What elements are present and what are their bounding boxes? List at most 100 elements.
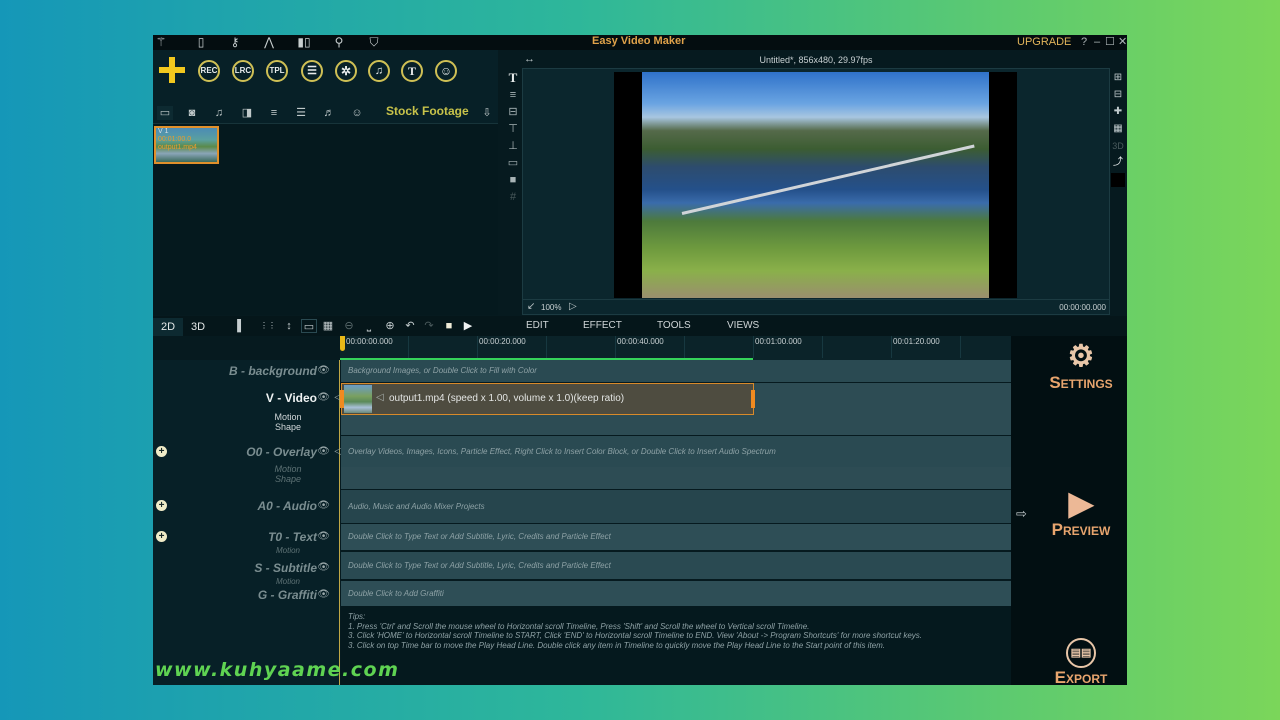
shirt-icon[interactable]: ⛉ bbox=[366, 35, 382, 50]
help-button[interactable]: ? bbox=[1081, 35, 1087, 49]
align-left-icon[interactable]: ≡ bbox=[506, 88, 520, 102]
record-button[interactable]: REC bbox=[198, 60, 220, 82]
user-button[interactable]: ☺ bbox=[435, 60, 457, 82]
fill-icon[interactable]: ■ bbox=[506, 173, 520, 187]
columns-icon[interactable]: ▮▯ bbox=[296, 35, 312, 50]
tab-3d[interactable]: 3D bbox=[191, 318, 205, 336]
tab-photo[interactable]: ◙ bbox=[184, 106, 200, 120]
arrow-right-icon[interactable]: ⇨ bbox=[1016, 506, 1027, 522]
motion-label[interactable]: Motion bbox=[268, 546, 308, 555]
shape-label[interactable]: Shape bbox=[268, 422, 308, 432]
track-label-background[interactable]: B - background bbox=[229, 364, 317, 378]
minimize-button[interactable]: – bbox=[1094, 35, 1100, 49]
search-icon[interactable]: ⚲ bbox=[331, 35, 347, 50]
stop-icon[interactable]: ■ bbox=[441, 319, 457, 333]
add-audio-track-button[interactable]: + bbox=[156, 500, 167, 511]
download-icon[interactable]: ⇩ bbox=[479, 106, 495, 120]
rotate-icon[interactable]: ⤴ bbox=[1111, 156, 1125, 170]
time-ruler[interactable]: 00:00:00.000 00:00:20.000 00:00:40.000 0… bbox=[340, 336, 1011, 360]
layout-icon[interactable]: ⊞ bbox=[1111, 71, 1125, 85]
track-label-subtitle[interactable]: S - Subtitle bbox=[254, 561, 317, 575]
lyric-button[interactable]: LRC bbox=[232, 60, 254, 82]
playhead[interactable] bbox=[340, 336, 345, 351]
tab-emoji[interactable]: ☺ bbox=[349, 106, 365, 120]
tab-music[interactable]: ♫ bbox=[211, 106, 227, 120]
mosaic-icon[interactable]: ▦ bbox=[1111, 122, 1125, 136]
settings-button[interactable]: ⚙ SETTINGS bbox=[1041, 341, 1121, 393]
add-overlay-track-button[interactable]: + bbox=[156, 446, 167, 457]
eye-icon[interactable]: 👁 bbox=[317, 446, 330, 457]
track-text[interactable]: Double Click to Type Text or Add Subtitl… bbox=[341, 524, 1011, 550]
zoom-out-icon[interactable]: ⊖ bbox=[341, 319, 357, 333]
split-icon[interactable]: ⊟ bbox=[1111, 88, 1125, 102]
text-button[interactable]: T bbox=[401, 60, 423, 82]
media-item[interactable]: V 1 00:01:00.0 output1.mp4 bbox=[154, 126, 219, 164]
book-icon[interactable]: ▯ bbox=[193, 35, 209, 50]
preview-button[interactable]: ▶ PREVIEW bbox=[1041, 486, 1121, 540]
track-label-graffiti[interactable]: G - Graffiti bbox=[258, 588, 317, 602]
menu-edit[interactable]: EDIT bbox=[526, 320, 549, 331]
maximize-button[interactable]: ☐ bbox=[1105, 35, 1115, 49]
motion-label[interactable]: Motion bbox=[268, 464, 308, 474]
magic-wand-icon[interactable]: ⚚ bbox=[153, 35, 169, 50]
eye-icon[interactable]: 👁 bbox=[317, 531, 330, 542]
export-button[interactable]: ▤▤ EXPORT bbox=[1041, 638, 1121, 685]
play-icon[interactable]: ▷ bbox=[569, 301, 577, 312]
motion-label[interactable]: Motion bbox=[268, 412, 308, 422]
track-label-audio[interactable]: A0 - Audio bbox=[257, 499, 317, 513]
menu-views[interactable]: VIEWS bbox=[727, 320, 759, 331]
video-clip[interactable]: ◁ output1.mp4 (speed x 1.00, volume x 1.… bbox=[340, 383, 755, 415]
grid-icon[interactable]: # bbox=[506, 190, 520, 204]
center-icon[interactable]: ✚ bbox=[1111, 105, 1125, 119]
eye-icon[interactable]: 👁 bbox=[317, 562, 330, 573]
align-top-icon[interactable]: ⊤ bbox=[506, 122, 520, 136]
clip-end-handle[interactable] bbox=[751, 390, 755, 408]
track-audio[interactable]: Audio, Music and Audio Mixer Projects bbox=[341, 490, 1011, 523]
template-button[interactable]: TPL bbox=[266, 60, 288, 82]
video-preview[interactable] bbox=[614, 72, 1017, 298]
grid-dots-icon[interactable]: ⋮⋮ bbox=[260, 319, 276, 333]
eye-icon[interactable]: 👁 bbox=[317, 365, 330, 376]
eye-icon[interactable]: 👁 bbox=[317, 392, 330, 403]
stock-footage-tab[interactable]: Stock Footage bbox=[386, 104, 469, 118]
frame-icon[interactable]: ▭ bbox=[506, 156, 520, 170]
color-swatch[interactable]: ■ bbox=[1111, 173, 1125, 187]
track-label-text[interactable]: T0 - Text bbox=[268, 530, 317, 544]
track-label-overlay[interactable]: O0 - Overlay bbox=[246, 445, 317, 459]
tab-audio-mixer[interactable]: ♬ bbox=[321, 106, 337, 120]
tab-transition[interactable]: ◨ bbox=[239, 106, 255, 120]
clip-speaker-icon[interactable]: ◁ bbox=[376, 392, 384, 403]
track-label-video[interactable]: V - Video bbox=[266, 391, 317, 405]
motion-label[interactable]: Motion bbox=[268, 577, 308, 586]
key-list-icon[interactable]: ⚷ bbox=[227, 35, 243, 50]
menu-tools[interactable]: TOOLS bbox=[657, 320, 691, 331]
track-overlay[interactable]: Overlay Videos, Images, Icons, Particle … bbox=[341, 436, 1011, 467]
track-subtitle[interactable]: Double Click to Type Text or Add Subtitl… bbox=[341, 552, 1011, 579]
music-grid-button[interactable]: ♫ bbox=[368, 60, 390, 82]
add-text-track-button[interactable]: + bbox=[156, 531, 167, 542]
zoom-in-icon[interactable]: ⊕ bbox=[382, 319, 398, 333]
tab-playlist[interactable]: ≡ bbox=[266, 106, 282, 120]
shrink-icon[interactable]: ↙ bbox=[527, 301, 535, 312]
text-tool-icon[interactable]: T bbox=[506, 71, 520, 85]
track-overlay-extra[interactable] bbox=[341, 467, 1011, 489]
play-icon[interactable]: ▶ bbox=[460, 319, 476, 333]
tab-2d[interactable]: 2D bbox=[153, 318, 183, 336]
add-media-button[interactable] bbox=[159, 57, 185, 83]
3d-icon[interactable]: 3D bbox=[1111, 139, 1125, 153]
vertical-resize-icon[interactable]: ↕ bbox=[281, 319, 297, 333]
menu-effect[interactable]: EFFECT bbox=[583, 320, 622, 331]
eye-icon[interactable]: 👁 bbox=[317, 500, 330, 511]
zoom-level[interactable]: 100% bbox=[541, 303, 561, 312]
flag-icon[interactable]: ▌ bbox=[233, 319, 249, 333]
compass-icon[interactable]: ⋀ bbox=[261, 35, 277, 50]
clip-start-handle[interactable] bbox=[340, 390, 344, 408]
crop-icon[interactable]: ▭ bbox=[301, 319, 317, 333]
calendar-icon[interactable]: ▦ bbox=[320, 319, 336, 333]
track-background[interactable]: Background Images, or Double Click to Fi… bbox=[341, 360, 1011, 382]
undo-icon[interactable]: ↶ bbox=[402, 319, 418, 333]
tab-list[interactable]: ☰ bbox=[293, 106, 309, 120]
eye-icon[interactable]: 👁 bbox=[317, 589, 330, 600]
effects-button[interactable]: ✲ bbox=[335, 60, 357, 82]
ruler-icon[interactable]: ⎵ bbox=[361, 319, 377, 333]
